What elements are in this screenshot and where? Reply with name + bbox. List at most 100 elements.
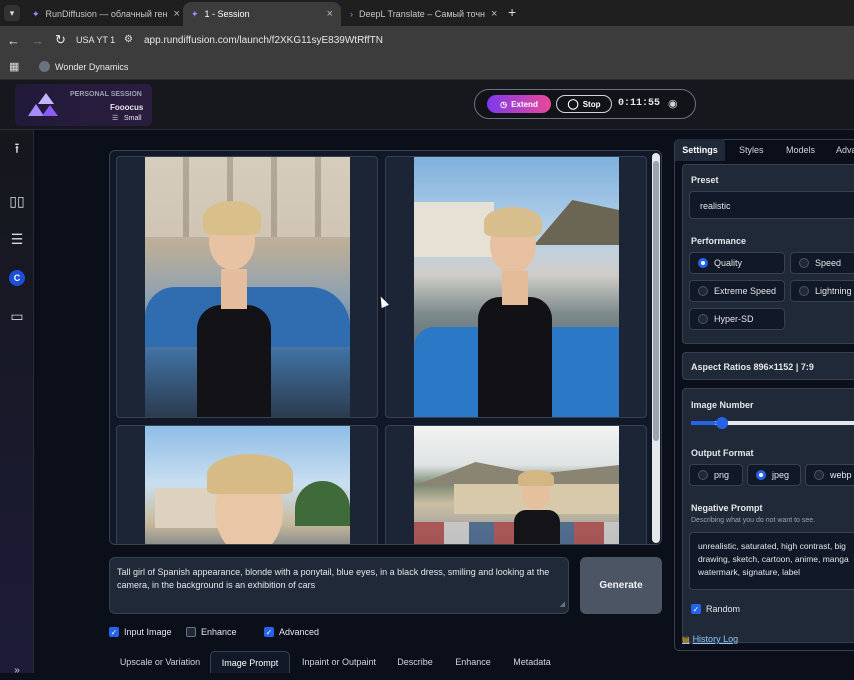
preset-label: Preset (691, 175, 719, 185)
negative-prompt-label: Negative Prompt (691, 503, 763, 513)
format-jpeg-option[interactable]: jpeg (747, 464, 801, 486)
close-tab-icon[interactable]: × (173, 8, 179, 20)
performance-speed-option[interactable]: Speed (790, 252, 854, 274)
performance-quality-option[interactable]: Quality (689, 252, 785, 274)
gallery-image-2[interactable] (385, 156, 647, 418)
history-log-link[interactable]: ▤ History Log (682, 634, 738, 644)
performance-extreme-speed-option[interactable]: Extreme Speed (689, 280, 785, 302)
rundiffusion-favicon-icon: ✦ (191, 8, 199, 19)
image-number-label: Image Number (691, 400, 754, 410)
bookmark-favicon-icon (39, 61, 50, 72)
option-label: Quality (714, 258, 743, 268)
session-size: Small (124, 115, 142, 122)
upload-icon[interactable]: ⭱ (7, 140, 27, 160)
stop-circle-icon: ◯ (567, 98, 579, 110)
checkbox-advanced[interactable]: ✓ (264, 627, 274, 637)
back-arrow-icon[interactable]: ← (7, 33, 20, 48)
new-tab-icon[interactable]: + (508, 4, 516, 20)
generate-button[interactable]: Generate (580, 557, 662, 614)
stop-label: Stop (582, 99, 601, 109)
aspect-ratios-accordion[interactable]: Aspect Ratios 896×1152 | 7:9 (682, 352, 854, 380)
forward-arrow-icon[interactable]: → (31, 33, 44, 48)
session-timer: 0:11:55 (618, 98, 661, 109)
server-size-icon: ☰ (112, 115, 119, 122)
slider-fill (691, 421, 717, 425)
session-card[interactable]: PERSONAL SESSION Fooocus ☰ Small (15, 84, 152, 126)
enhance-checkbox[interactable]: Enhance (186, 627, 237, 637)
server-stack-icon[interactable]: ☰ (7, 229, 27, 249)
option-label: webp (830, 470, 852, 480)
format-webp-option[interactable]: webp (805, 464, 854, 486)
resize-handle-icon[interactable]: ◢ (560, 598, 565, 611)
deepl-favicon-icon: › (350, 9, 353, 19)
monitor-icon[interactable]: ▭ (7, 306, 27, 326)
checkbox-random[interactable]: ✓ (691, 604, 701, 614)
book-icon[interactable]: ▯▯ (7, 191, 27, 211)
option-label: Extreme Speed (714, 286, 777, 296)
close-tab-icon[interactable]: × (491, 8, 497, 20)
output-format-label: Output Format (691, 448, 754, 458)
apps-grid-icon[interactable]: ▦ (9, 60, 19, 73)
tab-inpaint-or-outpaint[interactable]: Inpaint or Outpaint (292, 651, 386, 673)
random-seed-checkbox[interactable]: ✓ Random (691, 604, 740, 614)
slider-thumb[interactable] (716, 417, 729, 429)
tab-image-prompt[interactable]: Image Prompt (210, 651, 290, 673)
eye-icon[interactable]: ◉ (668, 97, 678, 110)
option-label: png (714, 470, 730, 480)
browser-tab-session[interactable]: ✦ 1 - Session × (183, 2, 341, 26)
image-number-slider[interactable] (691, 417, 854, 429)
checkbox-label: Enhance (201, 627, 237, 637)
generate-label: Generate (599, 580, 643, 591)
preset-select[interactable]: realistic (689, 191, 854, 219)
image-gallery (109, 150, 662, 545)
scroll-icon: ▤ (682, 634, 690, 644)
session-controls: ◷ Extend ◯ Stop 0:11:55 ◉ (474, 89, 696, 119)
gallery-scrollbar[interactable] (652, 153, 660, 543)
expand-sidebar-icon[interactable]: » (7, 660, 27, 680)
aspect-ratios-label: Aspect Ratios 896×1152 | 7:9 (691, 362, 814, 372)
tab-advanced[interactable]: Adva (836, 139, 854, 161)
bookmark-wonder-dynamics[interactable]: Wonder Dynamics (55, 62, 128, 72)
extend-button[interactable]: ◷ Extend (487, 95, 551, 113)
gallery-image-3[interactable] (116, 425, 378, 544)
checkbox-enhance[interactable] (186, 627, 196, 637)
negative-prompt-input[interactable]: unrealistic, saturated, high contrast, b… (689, 532, 854, 590)
generated-photo (414, 157, 619, 417)
gallery-image-4[interactable] (385, 425, 647, 544)
scrollbar-thumb[interactable] (653, 161, 659, 441)
tab-title: RunDiffusion — облачный ген (45, 9, 168, 19)
generated-photo (145, 157, 350, 417)
radio-dot (698, 470, 708, 480)
tab-describe[interactable]: Describe (388, 651, 442, 673)
url-field[interactable]: app.rundiffusion.com/launch/f2XKG11syE83… (144, 35, 383, 46)
tab-enhance[interactable]: Enhance (444, 651, 502, 673)
checkbox-label: Random (706, 604, 741, 614)
site-settings-icon[interactable]: ⚙ (124, 34, 133, 45)
browser-tab-rundiffusion[interactable]: ✦ RunDiffusion — облачный ген × (24, 2, 182, 26)
performance-hyper-sd-option[interactable]: Hyper-SD (689, 308, 785, 330)
profile-label[interactable]: USA YT 1 (76, 35, 115, 45)
gallery-image-1[interactable] (116, 156, 378, 418)
stop-button[interactable]: ◯ Stop (556, 95, 612, 113)
prompt-input[interactable]: Tall girl of Spanish appearance, blonde … (109, 557, 569, 614)
input-image-checkbox[interactable]: ✓ Input Image (109, 627, 172, 637)
tab-upscale-or-variation[interactable]: Upscale or Variation (112, 651, 208, 673)
tab-styles[interactable]: Styles (739, 139, 764, 161)
performance-lightning-option[interactable]: Lightning (790, 280, 854, 302)
browser-tab-deepl[interactable]: › DeepL Translate – Самый точн × (342, 2, 502, 26)
app-c-icon[interactable]: C (7, 268, 27, 288)
reload-icon[interactable]: ↻ (55, 32, 66, 48)
tab-settings[interactable]: Settings (675, 139, 725, 161)
tab-metadata[interactable]: Metadata (504, 651, 560, 673)
preset-value: realistic (700, 201, 731, 211)
advanced-checkbox[interactable]: ✓ Advanced (264, 627, 319, 637)
settings-panel: Settings Styles Models Adva Preset reali… (674, 130, 854, 673)
tab-list-chevron-icon[interactable]: ▾ (4, 5, 20, 21)
checkbox-input-image[interactable]: ✓ (109, 627, 119, 637)
close-tab-icon[interactable]: × (327, 8, 333, 20)
tab-models[interactable]: Models (786, 139, 815, 161)
radio-dot (698, 286, 708, 296)
tab-title: 1 - Session (204, 9, 250, 19)
format-png-option[interactable]: png (689, 464, 743, 486)
radio-dot (814, 470, 824, 480)
